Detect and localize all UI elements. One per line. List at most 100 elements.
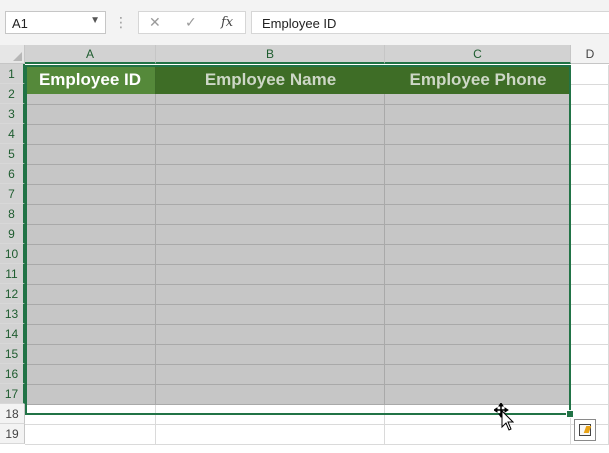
- cell[interactable]: [571, 265, 609, 285]
- cell[interactable]: [385, 245, 571, 265]
- row-header-18[interactable]: 18: [0, 404, 25, 424]
- cell[interactable]: [385, 105, 571, 125]
- cell[interactable]: [385, 205, 571, 225]
- cell[interactable]: [25, 425, 156, 445]
- check-icon[interactable]: ✓: [185, 14, 197, 31]
- cell[interactable]: [25, 285, 156, 305]
- formula-bar-splitter[interactable]: ⋮: [114, 12, 128, 32]
- row-header-12[interactable]: 12: [0, 284, 25, 304]
- cell[interactable]: [571, 185, 609, 205]
- cell[interactable]: [385, 345, 571, 365]
- cell[interactable]: [25, 145, 156, 165]
- cell[interactable]: [156, 245, 385, 265]
- column-header-b[interactable]: B: [156, 45, 385, 64]
- cell[interactable]: [571, 225, 609, 245]
- cell[interactable]: [156, 125, 385, 145]
- cell[interactable]: [385, 285, 571, 305]
- row-header-4[interactable]: 4: [0, 124, 25, 144]
- insert-function-icon[interactable]: fx: [221, 15, 233, 30]
- cell[interactable]: [571, 325, 609, 345]
- cell[interactable]: [571, 205, 609, 225]
- row-header-9[interactable]: 9: [0, 224, 25, 244]
- row-header-19[interactable]: 19: [0, 424, 25, 444]
- cell[interactable]: [156, 205, 385, 225]
- row-header-13[interactable]: 13: [0, 304, 25, 324]
- header-cell-employee-id[interactable]: Employee ID: [25, 65, 156, 94]
- header-cell-employee-phone[interactable]: Employee Phone: [385, 65, 571, 94]
- row-header-14[interactable]: 14: [0, 324, 25, 344]
- cell[interactable]: [385, 225, 571, 245]
- cell[interactable]: [156, 405, 385, 425]
- cell[interactable]: [571, 245, 609, 265]
- cell[interactable]: [571, 105, 609, 125]
- cell[interactable]: [571, 385, 609, 405]
- cell[interactable]: [156, 105, 385, 125]
- fill-handle[interactable]: [566, 410, 574, 418]
- row-header-1[interactable]: 1: [0, 64, 25, 84]
- cell[interactable]: [156, 165, 385, 185]
- cell[interactable]: [25, 225, 156, 245]
- cell[interactable]: [571, 365, 609, 385]
- cell[interactable]: [385, 365, 571, 385]
- cell[interactable]: [156, 385, 385, 405]
- cell[interactable]: [571, 345, 609, 365]
- cell[interactable]: [571, 145, 609, 165]
- cell[interactable]: [385, 125, 571, 145]
- quick-analysis-icon[interactable]: [574, 419, 596, 441]
- cell[interactable]: [25, 385, 156, 405]
- cell[interactable]: [156, 425, 385, 445]
- cell[interactable]: [385, 425, 571, 445]
- cell[interactable]: [385, 385, 571, 405]
- cell[interactable]: [385, 265, 571, 285]
- cell[interactable]: [571, 125, 609, 145]
- cell[interactable]: [385, 325, 571, 345]
- row-header-11[interactable]: 11: [0, 264, 25, 284]
- cancel-icon[interactable]: ✕: [149, 14, 161, 31]
- cell[interactable]: [25, 365, 156, 385]
- row-header-10[interactable]: 10: [0, 244, 25, 264]
- row-header-2[interactable]: 2: [0, 84, 25, 104]
- row-header-7[interactable]: 7: [0, 184, 25, 204]
- cell[interactable]: [25, 205, 156, 225]
- cell[interactable]: [156, 285, 385, 305]
- cell[interactable]: [385, 145, 571, 165]
- row-header-17[interactable]: 17: [0, 384, 25, 404]
- cell[interactable]: [385, 405, 571, 425]
- column-header-c[interactable]: C: [385, 45, 571, 64]
- row-header-16[interactable]: 16: [0, 364, 25, 384]
- cell[interactable]: [156, 365, 385, 385]
- cell[interactable]: [25, 125, 156, 145]
- header-cell-employee-name[interactable]: Employee Name: [156, 65, 385, 94]
- cell[interactable]: [156, 305, 385, 325]
- column-header-d[interactable]: D: [571, 45, 609, 64]
- cell[interactable]: [156, 325, 385, 345]
- cell[interactable]: [25, 325, 156, 345]
- column-header-a[interactable]: A: [25, 45, 156, 64]
- cell[interactable]: [571, 305, 609, 325]
- cell[interactable]: [25, 245, 156, 265]
- cell[interactable]: [156, 185, 385, 205]
- row-header-8[interactable]: 8: [0, 204, 25, 224]
- cell[interactable]: [571, 85, 609, 105]
- cell[interactable]: [571, 65, 609, 85]
- cell[interactable]: [385, 185, 571, 205]
- cell[interactable]: [571, 165, 609, 185]
- chevron-down-icon[interactable]: ▼: [90, 15, 100, 26]
- cell[interactable]: [25, 405, 156, 425]
- cell[interactable]: [385, 305, 571, 325]
- cell[interactable]: [571, 285, 609, 305]
- cell[interactable]: [156, 225, 385, 245]
- cell[interactable]: [385, 165, 571, 185]
- row-header-3[interactable]: 3: [0, 104, 25, 124]
- cell[interactable]: [25, 345, 156, 365]
- row-header-6[interactable]: 6: [0, 164, 25, 184]
- name-box[interactable]: A1 ▼: [5, 11, 106, 34]
- row-header-15[interactable]: 15: [0, 344, 25, 364]
- cell[interactable]: [25, 165, 156, 185]
- select-all-button[interactable]: [0, 45, 25, 64]
- cell[interactable]: [25, 105, 156, 125]
- cell[interactable]: [25, 305, 156, 325]
- formula-input[interactable]: Employee ID: [251, 11, 609, 34]
- cell[interactable]: [25, 185, 156, 205]
- cell[interactable]: [25, 265, 156, 285]
